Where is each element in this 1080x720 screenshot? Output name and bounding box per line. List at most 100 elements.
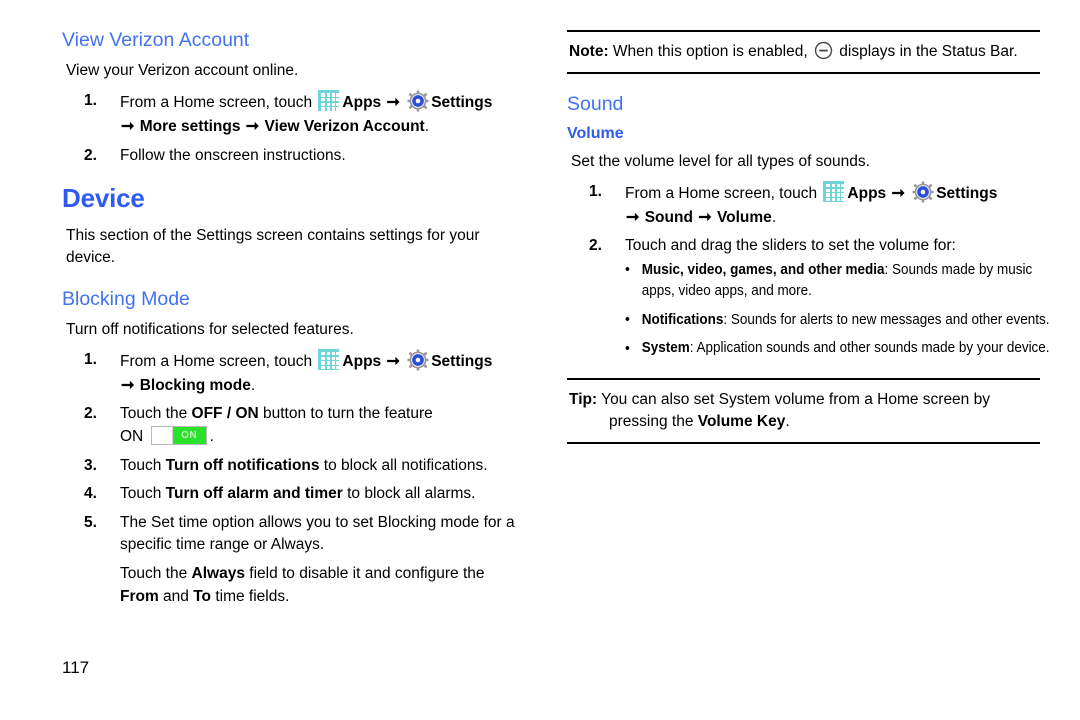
tip-text: You can also set System volume from a Ho…: [597, 390, 990, 430]
on-off-toggle[interactable]: ON: [150, 425, 207, 445]
list-item: 4. Touch Turn off alarm and timer to blo…: [62, 483, 518, 506]
step-number: 5.: [84, 513, 97, 531]
step-text: button to turn the feature: [258, 405, 433, 423]
bullet-desc: : Sounds for alerts to new messages and …: [723, 311, 1050, 328]
step-text: Follow the onscreen instructions.: [120, 146, 346, 164]
settings-gear-icon: [912, 181, 934, 203]
arrow-right-icon: ➞: [386, 353, 400, 371]
arrow-right-icon: ➞: [121, 376, 135, 394]
volume-type-bullets: • Music, video, games, and other media : S…: [625, 260, 1050, 360]
always-field-label: Always: [191, 565, 245, 583]
page-number: 117: [62, 658, 90, 677]
list-item: 2. Follow the onscreen instructions.: [62, 145, 518, 168]
apps-label: Apps: [342, 94, 382, 112]
bullet-icon: •: [625, 339, 630, 357]
arrow-right-icon: ➞: [121, 118, 135, 136]
step-text: Touch: [120, 456, 166, 474]
list-item: • Notifications: Sounds for alerts to new…: [625, 310, 1057, 331]
step-period: .: [209, 427, 214, 445]
settings-gear-icon: [407, 349, 429, 371]
steps-volume: 1. From a Home screen, touch Apps ➞ Sett…: [567, 181, 1050, 360]
step-number: 4.: [84, 485, 97, 503]
note-text: displays in the Status Bar.: [834, 43, 1018, 60]
paragraph-device-intro: This section of the Settings screen cont…: [66, 226, 480, 266]
bullet-term: Notifications: [641, 311, 724, 328]
apps-grid-icon: [823, 181, 845, 203]
paragraph-view-verizon-intro: View your Verizon account online.: [66, 62, 299, 80]
toggle-on-label: ON: [172, 426, 206, 444]
document-page: View Verizon Account View your Verizon a…: [0, 0, 1080, 720]
step-text: Touch and drag the sliders to set the vo…: [625, 237, 956, 255]
step-text: Touch: [120, 485, 166, 503]
step-number: 2.: [589, 237, 602, 255]
right-column: Note: When this option is enabled, displ…: [540, 0, 1080, 720]
paragraph-volume-intro: Set the volume level for all types of so…: [571, 153, 870, 171]
step-number: 3.: [84, 456, 97, 474]
heading-device: Device: [62, 183, 145, 214]
list-item: 1. From a Home screen, touch Apps ➞ Sett…: [62, 90, 518, 138]
arrow-right-icon: ➞: [386, 94, 400, 112]
from-field-label: From: [120, 587, 159, 605]
subheading-volume: Volume: [567, 125, 624, 143]
step-blocking-mode: Blocking mode: [139, 376, 251, 394]
step-more-settings: More settings: [139, 118, 241, 136]
settings-gear-icon: [407, 90, 429, 113]
list-item: 5. The Set time option allows you to set…: [62, 512, 518, 609]
bullet-icon: •: [625, 261, 630, 279]
step-text: field to disable it and configure the: [244, 565, 485, 583]
heading-view-verizon-account: View Verizon Account: [62, 29, 250, 51]
arrow-right-icon: ➞: [891, 185, 905, 203]
step-text: From a Home screen, touch: [625, 185, 818, 203]
volume-key-label: Volume Key: [697, 412, 786, 430]
note-label: Note:: [569, 43, 609, 60]
circle-minus-icon: [814, 41, 833, 60]
list-item: • Music, video, games, and other media: S…: [625, 260, 1057, 303]
step-number: 2.: [84, 146, 97, 164]
step-text: Touch the: [120, 565, 192, 583]
apps-grid-icon: [318, 349, 340, 371]
step-number: 1.: [589, 183, 602, 201]
left-column: View Verizon Account View your Verizon a…: [0, 0, 540, 720]
note-callout: Note: When this option is enabled, displ…: [567, 30, 1040, 74]
apps-grid-icon: [318, 90, 340, 112]
step-text: Touch the: [120, 405, 192, 423]
step-view-verizon-account: View Verizon Account: [264, 118, 425, 136]
arrow-right-icon: ➞: [245, 118, 260, 136]
list-item: 1. From a Home screen, touch Apps ➞ Sett…: [567, 181, 1040, 229]
step-number: 2.: [84, 405, 97, 423]
heading-sound: Sound: [567, 93, 624, 115]
bullet-icon: •: [625, 311, 630, 329]
apps-label: Apps: [847, 185, 887, 203]
step-text: From a Home screen, touch: [120, 94, 313, 112]
list-item: 3. Touch Turn off notifications to block…: [62, 455, 518, 478]
to-field-label: To: [193, 587, 212, 605]
paragraph-blocking-mode-intro: Turn off notifications for selected feat…: [66, 321, 354, 339]
heading-blocking-mode: Blocking Mode: [62, 287, 190, 310]
step-period: .: [250, 376, 256, 394]
off-on-label: OFF / ON: [191, 405, 259, 423]
arrow-right-icon: ➞: [626, 208, 640, 226]
step-text: to block all notifications.: [319, 456, 488, 474]
turn-off-alarm-label: Turn off alarm and timer: [165, 485, 343, 503]
step-text: From a Home screen, touch: [120, 353, 313, 371]
arrow-right-icon: ➞: [698, 208, 712, 226]
step-period: .: [424, 118, 430, 136]
bullet-desc: : Application sounds and other sounds ma…: [689, 340, 1050, 357]
step-sound: Sound: [644, 208, 693, 226]
step-text: to block all alarms.: [342, 485, 476, 503]
on-word: ON: [120, 427, 144, 445]
turn-off-notifications-label: Turn off notifications: [165, 456, 320, 474]
list-item: • System: Application sounds and other so…: [625, 338, 1057, 359]
settings-label: Settings: [431, 94, 493, 112]
step-number: 1.: [84, 351, 97, 369]
list-item: 2. Touch and drag the sliders to set the…: [567, 235, 1050, 360]
tip-label: Tip:: [569, 390, 598, 408]
step-text: The Set time option allows you to set Bl…: [120, 513, 515, 554]
toggle-knob: [151, 426, 173, 444]
step-period: .: [771, 208, 777, 226]
bullet-term: Music, video, games, and other media: [641, 261, 885, 278]
step-volume: Volume: [716, 208, 772, 226]
settings-label: Settings: [936, 185, 998, 203]
list-item: 1. From a Home screen, touch Apps ➞ Sett…: [62, 349, 518, 397]
step-text: time fields.: [211, 587, 290, 605]
